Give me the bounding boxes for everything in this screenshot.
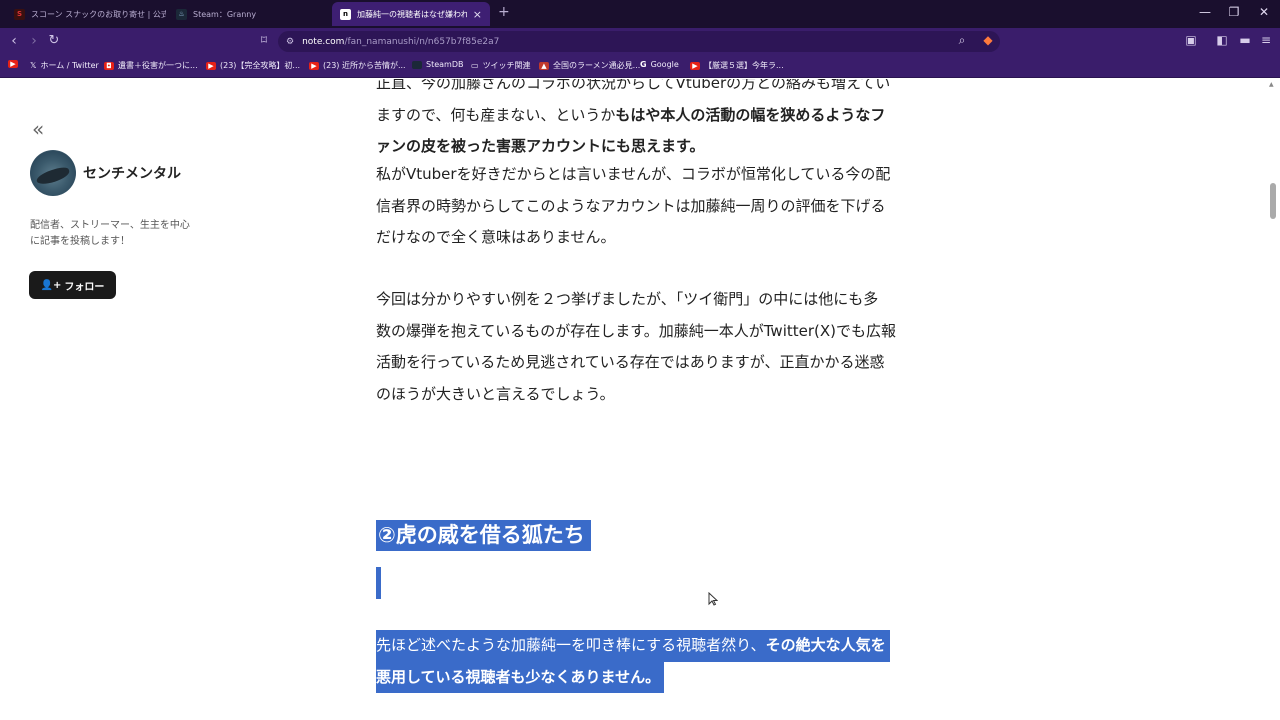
youtube-icon: ▶: [309, 61, 319, 70]
youtube-icon: ▶: [8, 60, 18, 68]
tab-strip: S スコーン スナックのお取り寄せ | 公式通販 ♨ Steam：Granny …: [0, 0, 1280, 28]
text-selection-block: [376, 567, 381, 599]
bookmark-label: 遺書＋役害が一つに...: [118, 61, 198, 70]
tab-title: 加藤純一の視聴者はなぜ嫌われて: [357, 9, 467, 19]
browser-toolbar: ‹ › ↻ ⌑ ⚙ note.com/fan_namanushi/n/n657b…: [0, 28, 1280, 55]
text-span: 先ほど述べたような加藤純一を叩き棒にする視聴者然り、: [376, 636, 766, 654]
bookmark-steamdb[interactable]: SteamDB: [412, 60, 463, 69]
google-icon: G: [640, 60, 647, 69]
bookmark-item[interactable]: ▶ 【厳選５選】今年ラ...: [690, 60, 784, 71]
tab-steam-granny[interactable]: ♨ Steam：Granny: [168, 2, 328, 26]
paragraph-line: 今回は分かりやすい例を２つ挙げましたが、「ツイ衛門」の中には他にも多: [376, 290, 879, 308]
brave-shield-icon[interactable]: ◆: [980, 33, 996, 47]
selected-line: 悪用している視聴者も少なくありません。: [376, 661, 665, 693]
bookmark-icon[interactable]: ⌑: [256, 33, 272, 47]
paragraph-line: 活動を行っているため見逃されている存在ではありますが、正直かかる迷惑: [376, 353, 885, 371]
steam-favicon-icon: ♨: [176, 8, 187, 20]
scone-favicon-icon: S: [14, 8, 25, 20]
bookmark-label: ホーム / Twitter: [40, 61, 99, 70]
note-favicon-icon: n: [340, 8, 351, 20]
bookmark-twitter[interactable]: 𝕏 ホーム / Twitter: [30, 60, 99, 71]
sidebar-toggle-icon[interactable]: ◧: [1214, 33, 1230, 47]
paragraph-line: 信者界の時勢からしてこのようなアカウントは加藤純一周りの評価を下げる: [376, 196, 886, 215]
bookmark-google[interactable]: G Google: [640, 60, 679, 69]
scroll-up-arrow-icon[interactable]: ▲: [1269, 81, 1277, 89]
whale-image: [34, 165, 72, 187]
bold-span: 悪用している視聴者も少なくありません。: [376, 667, 661, 686]
forward-arrow-icon[interactable]: ›: [26, 33, 42, 49]
paragraph-line: 私がVtuberを好きだからとは言いませんが、コラボが恒常化している今の配: [376, 165, 891, 183]
bookmark-label: Google: [650, 60, 679, 69]
paragraph-line: だけなので全く意味はありません。: [376, 228, 616, 246]
ramen-favicon-icon: ▲: [539, 61, 549, 70]
url-host: note.com: [302, 36, 345, 47]
section-heading: ②虎の威を借る狐たち: [376, 520, 591, 551]
tab-note-article[interactable]: n 加藤純一の視聴者はなぜ嫌われて ×: [332, 2, 490, 26]
bookmark-folder[interactable]: ▭ ツイッチ関連: [471, 60, 531, 71]
article-paragraph: 正直、今の加藤さんのコラボの状況からしてVtuberの方との絡みも増えてい ます…: [376, 79, 896, 163]
bookmark-item[interactable]: ▶ (23) 近所から苦情が...: [309, 60, 406, 71]
note-article-page: « センチメンタル 配信者、ストリーマー、生主を中心に記事を投稿します！ 👤+ …: [0, 79, 1280, 720]
folder-icon: ▭: [471, 61, 479, 70]
new-tab-button[interactable]: +: [498, 4, 510, 20]
bold-span: その絶大な人気を: [765, 636, 886, 654]
bold-span: ァンの皮を被った害悪アカウントにも思えます。: [376, 137, 705, 155]
address-bar[interactable]: ⚙ note.com/fan_namanushi/n/n657b7f85e2a7: [278, 31, 1000, 52]
paragraph-line: のほうが大きいと言えるでしょう。: [376, 384, 615, 403]
creator-bio: 配信者、ストリーマー、生主を中心に記事を投稿します！: [30, 220, 190, 247]
youtube-icon: ▶: [206, 61, 216, 70]
x-logo-icon: 𝕏: [30, 61, 37, 70]
creator-name[interactable]: センチメンタル: [83, 163, 181, 183]
steamdb-icon: [412, 60, 422, 69]
article-paragraph: 私がVtuberを好きだからとは言いませんが、コラボが恒常化している今の配 信者…: [376, 159, 896, 254]
text-span: ますので、何も産まない、というか: [376, 105, 616, 124]
mouse-cursor-icon: [708, 592, 718, 606]
bookmark-label: 【厳選５選】今年ラ...: [704, 61, 784, 70]
bold-span: もはや本人の活動の幅を狭めるようなフ: [615, 105, 886, 124]
page-scrollbar-thumb[interactable]: [1270, 183, 1276, 219]
close-window-button[interactable]: ✕: [1254, 5, 1274, 19]
paragraph-line: ァンの皮を被った害悪アカウントにも思えます。: [376, 131, 896, 163]
selected-line: 先ほど述べたような加藤純一を叩き棒にする視聴者然り、その絶大な人気を: [376, 630, 890, 662]
reload-icon[interactable]: ↻: [46, 33, 62, 48]
bookmark-item[interactable]: ◘ 遺書＋役害が一つに...: [104, 60, 198, 71]
bookmark-favicon-icon: ◘: [104, 61, 114, 70]
url-path: /fan_namanushi/n/n657b7f85e2a7: [344, 36, 500, 47]
zoom-icon[interactable]: ⌕: [954, 33, 970, 48]
leo-ai-icon[interactable]: ▣: [1183, 33, 1199, 47]
collapse-sidebar-icon[interactable]: «: [32, 117, 44, 141]
tab-title: Steam：Granny: [193, 9, 257, 19]
paragraph-line: 正直、今の加藤さんのコラボの状況からしてVtuberの方との絡みも増えてい: [376, 79, 891, 92]
youtube-icon: ▶: [690, 61, 700, 70]
avatar[interactable]: [30, 150, 76, 196]
site-info-icon[interactable]: ⚙: [286, 37, 294, 47]
tab-scone-shop[interactable]: S スコーン スナックのお取り寄せ | 公式通販: [6, 2, 166, 26]
bookmark-label: ツイッチ関連: [482, 61, 531, 70]
back-arrow-icon[interactable]: ‹: [6, 33, 22, 49]
selected-paragraph: 先ほど述べたような加藤純一を叩き棒にする視聴者然り、その絶大な人気を 悪用してい…: [376, 630, 896, 693]
add-user-icon: 👤+: [40, 279, 62, 291]
bookmark-label: (23) 近所から苦情が...: [323, 61, 406, 70]
wallet-icon[interactable]: ▬: [1237, 33, 1253, 47]
minimize-button[interactable]: —: [1195, 5, 1215, 19]
bookmark-item[interactable]: ▲ 全国のラーメン通必見...: [539, 60, 640, 71]
bookmark-label: SteamDB: [426, 60, 464, 69]
bookmark-label: 全国のラーメン通必見...: [553, 61, 641, 70]
close-tab-icon[interactable]: ×: [473, 8, 482, 21]
paragraph-line: 数の爆弾を抱えているものが存在します。加藤純一本人がTwitter(X)でも広報: [376, 321, 897, 340]
bookmark-label: (23)【完全攻略】初...: [220, 61, 301, 70]
restore-button[interactable]: ❐: [1224, 5, 1244, 19]
tab-title: スコーン スナックのお取り寄せ | 公式通販: [31, 9, 166, 19]
article-paragraph: 今回は分かりやすい例を２つ挙げましたが、「ツイ衛門」の中には他にも多 数の爆弾を…: [376, 284, 896, 410]
menu-icon[interactable]: ≡: [1258, 33, 1274, 47]
follow-label: フォロー: [64, 281, 105, 293]
bookmark-item[interactable]: ▶ (23)【完全攻略】初...: [206, 60, 300, 71]
bookmarks-bar: ▶ 𝕏 ホーム / Twitter ◘ 遺書＋役害が一つに... ▶ (23)【完全攻…: [0, 55, 1280, 78]
paragraph-line: ますので、何も産まない、というかもはや本人の活動の幅を狭めるようなフ: [376, 100, 896, 132]
follow-button[interactable]: 👤+ フォロー: [29, 271, 116, 299]
bookmark-youtube[interactable]: ▶: [8, 60, 18, 68]
